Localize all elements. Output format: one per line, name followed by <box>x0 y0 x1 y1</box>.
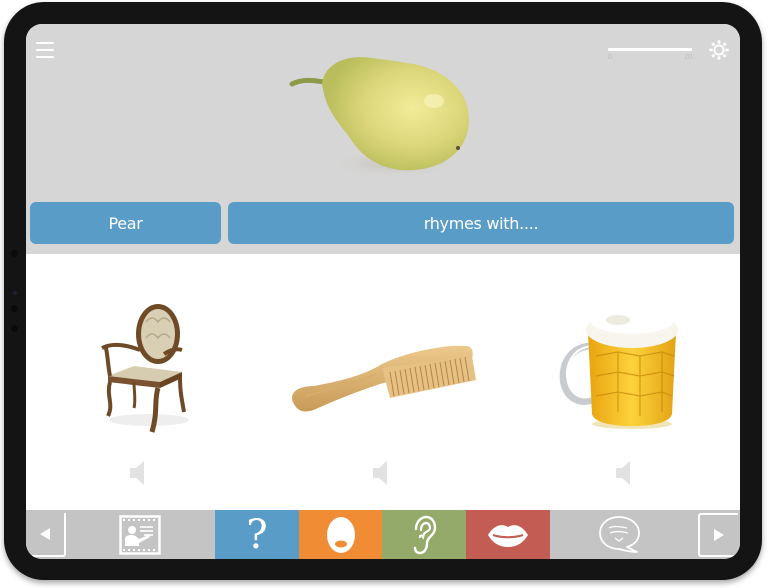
triangle-right-icon <box>714 528 724 541</box>
target-word-button[interactable]: Pear <box>30 202 221 244</box>
speaker-icon[interactable] <box>371 460 393 486</box>
device-camera <box>13 291 17 295</box>
chair-image <box>101 304 189 433</box>
choice-chair[interactable] <box>38 286 238 506</box>
prompt-area: 0 20 Pear rhymes with.... <box>26 24 740 254</box>
listen-button[interactable] <box>382 510 466 559</box>
choice-beer-mug[interactable] <box>526 286 726 506</box>
speech-bubble-icon <box>599 515 640 553</box>
instruction-button[interactable]: rhymes with.... <box>228 202 734 244</box>
open-mouth-button[interactable] <box>299 510 382 559</box>
device-button <box>11 325 18 332</box>
ear-icon <box>413 515 437 554</box>
speaker-icon[interactable] <box>614 460 636 486</box>
speech-button[interactable] <box>596 510 646 559</box>
gear-icon[interactable] <box>708 39 730 61</box>
choice-comb[interactable] <box>282 286 482 506</box>
device-button <box>11 305 18 312</box>
bottom-toolbar: ? <box>26 510 740 559</box>
app-screen: 0 20 Pear rhymes with.... ? <box>26 24 740 559</box>
pear-image[interactable] <box>284 46 474 181</box>
triangle-left-icon <box>40 527 50 540</box>
progress-indicator: 0 20 <box>608 48 692 62</box>
comb-image <box>292 345 476 412</box>
previous-button[interactable] <box>26 510 66 559</box>
progress-min-label: 0 <box>608 54 612 61</box>
beer-mug-image <box>559 306 678 429</box>
next-button[interactable] <box>698 510 738 559</box>
lesson-button[interactable] <box>118 510 162 559</box>
lips-icon <box>488 524 528 547</box>
progress-track <box>608 48 692 51</box>
lips-button[interactable] <box>466 510 550 559</box>
teacher-presentation-icon <box>119 514 161 555</box>
open-mouth-icon <box>326 516 355 553</box>
question-button[interactable]: ? <box>215 510 299 559</box>
hamburger-menu-icon[interactable] <box>36 42 54 59</box>
speaker-icon[interactable] <box>128 460 150 486</box>
device-button <box>11 250 18 257</box>
progress-max-label: 20 <box>684 54 692 61</box>
question-mark-icon: ? <box>246 511 268 558</box>
